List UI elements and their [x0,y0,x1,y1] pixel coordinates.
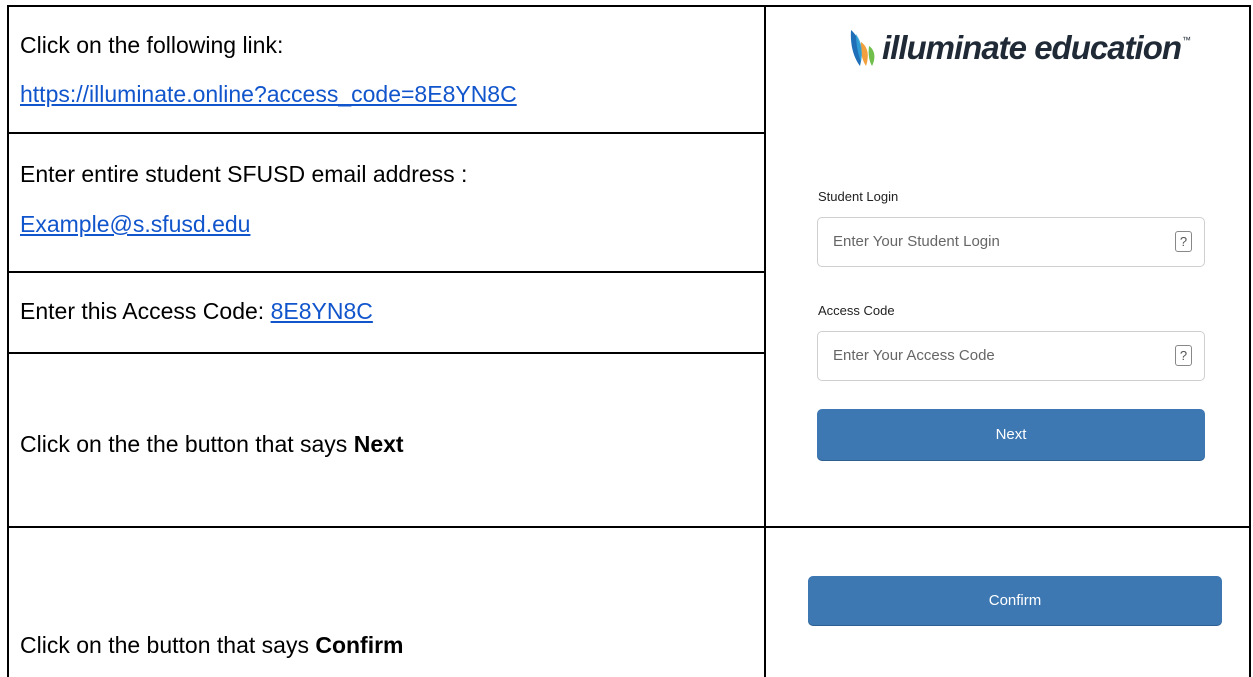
table-border-top [7,5,1251,7]
confirm-button[interactable]: Confirm [808,576,1222,625]
illuminate-leaf-icon [850,30,875,66]
illuminate-logo: illuminate education™ [848,26,1191,70]
table-row-divider [7,352,766,354]
step4-row: Click on the the button that says Next [20,430,404,458]
logo-wordmark: illuminate education™ [882,29,1191,67]
step1-text: Click on the following link: [20,32,284,58]
table-row-divider [7,526,1251,528]
access-code-label: Access Code [818,303,895,318]
table-row-divider [7,271,766,273]
student-login-label: Student Login [818,189,899,204]
help-icon[interactable]: ? [1175,231,1192,252]
table-row-divider [7,132,766,134]
step3-row: Enter this Access Code: 8E8YN8C [20,297,373,325]
step3-text: Enter this Access Code: [20,298,271,324]
table-border-left [7,5,9,677]
table-border-right [1249,5,1251,677]
student-login-placeholder: Enter Your Student Login [833,233,1000,250]
step5-row: Click on the button that says Confirm [20,631,404,659]
step5-bold: Confirm [315,632,404,658]
access-code-input[interactable]: Enter Your Access Code ? [817,331,1205,381]
step5-text: Click on the button that says [20,632,316,658]
illuminate-access-link[interactable]: https://illuminate.online?access_code=8E… [20,80,517,108]
trademark-symbol: ™ [1182,35,1191,45]
access-code-placeholder: Enter Your Access Code [833,347,995,364]
example-email-link[interactable]: Example@s.sfusd.edu [20,210,250,238]
step2-text: Enter entire student SFUSD email address… [20,161,468,187]
next-button[interactable]: Next [817,409,1205,460]
help-icon[interactable]: ? [1175,345,1192,366]
table-column-divider [764,5,766,677]
logo-text: illuminate education [882,29,1182,66]
access-code-link[interactable]: 8E8YN8C [271,298,373,324]
step4-bold: Next [353,431,404,457]
student-login-input[interactable]: Enter Your Student Login ? [817,217,1205,267]
step4-text: Click on the the button that says [20,431,354,457]
